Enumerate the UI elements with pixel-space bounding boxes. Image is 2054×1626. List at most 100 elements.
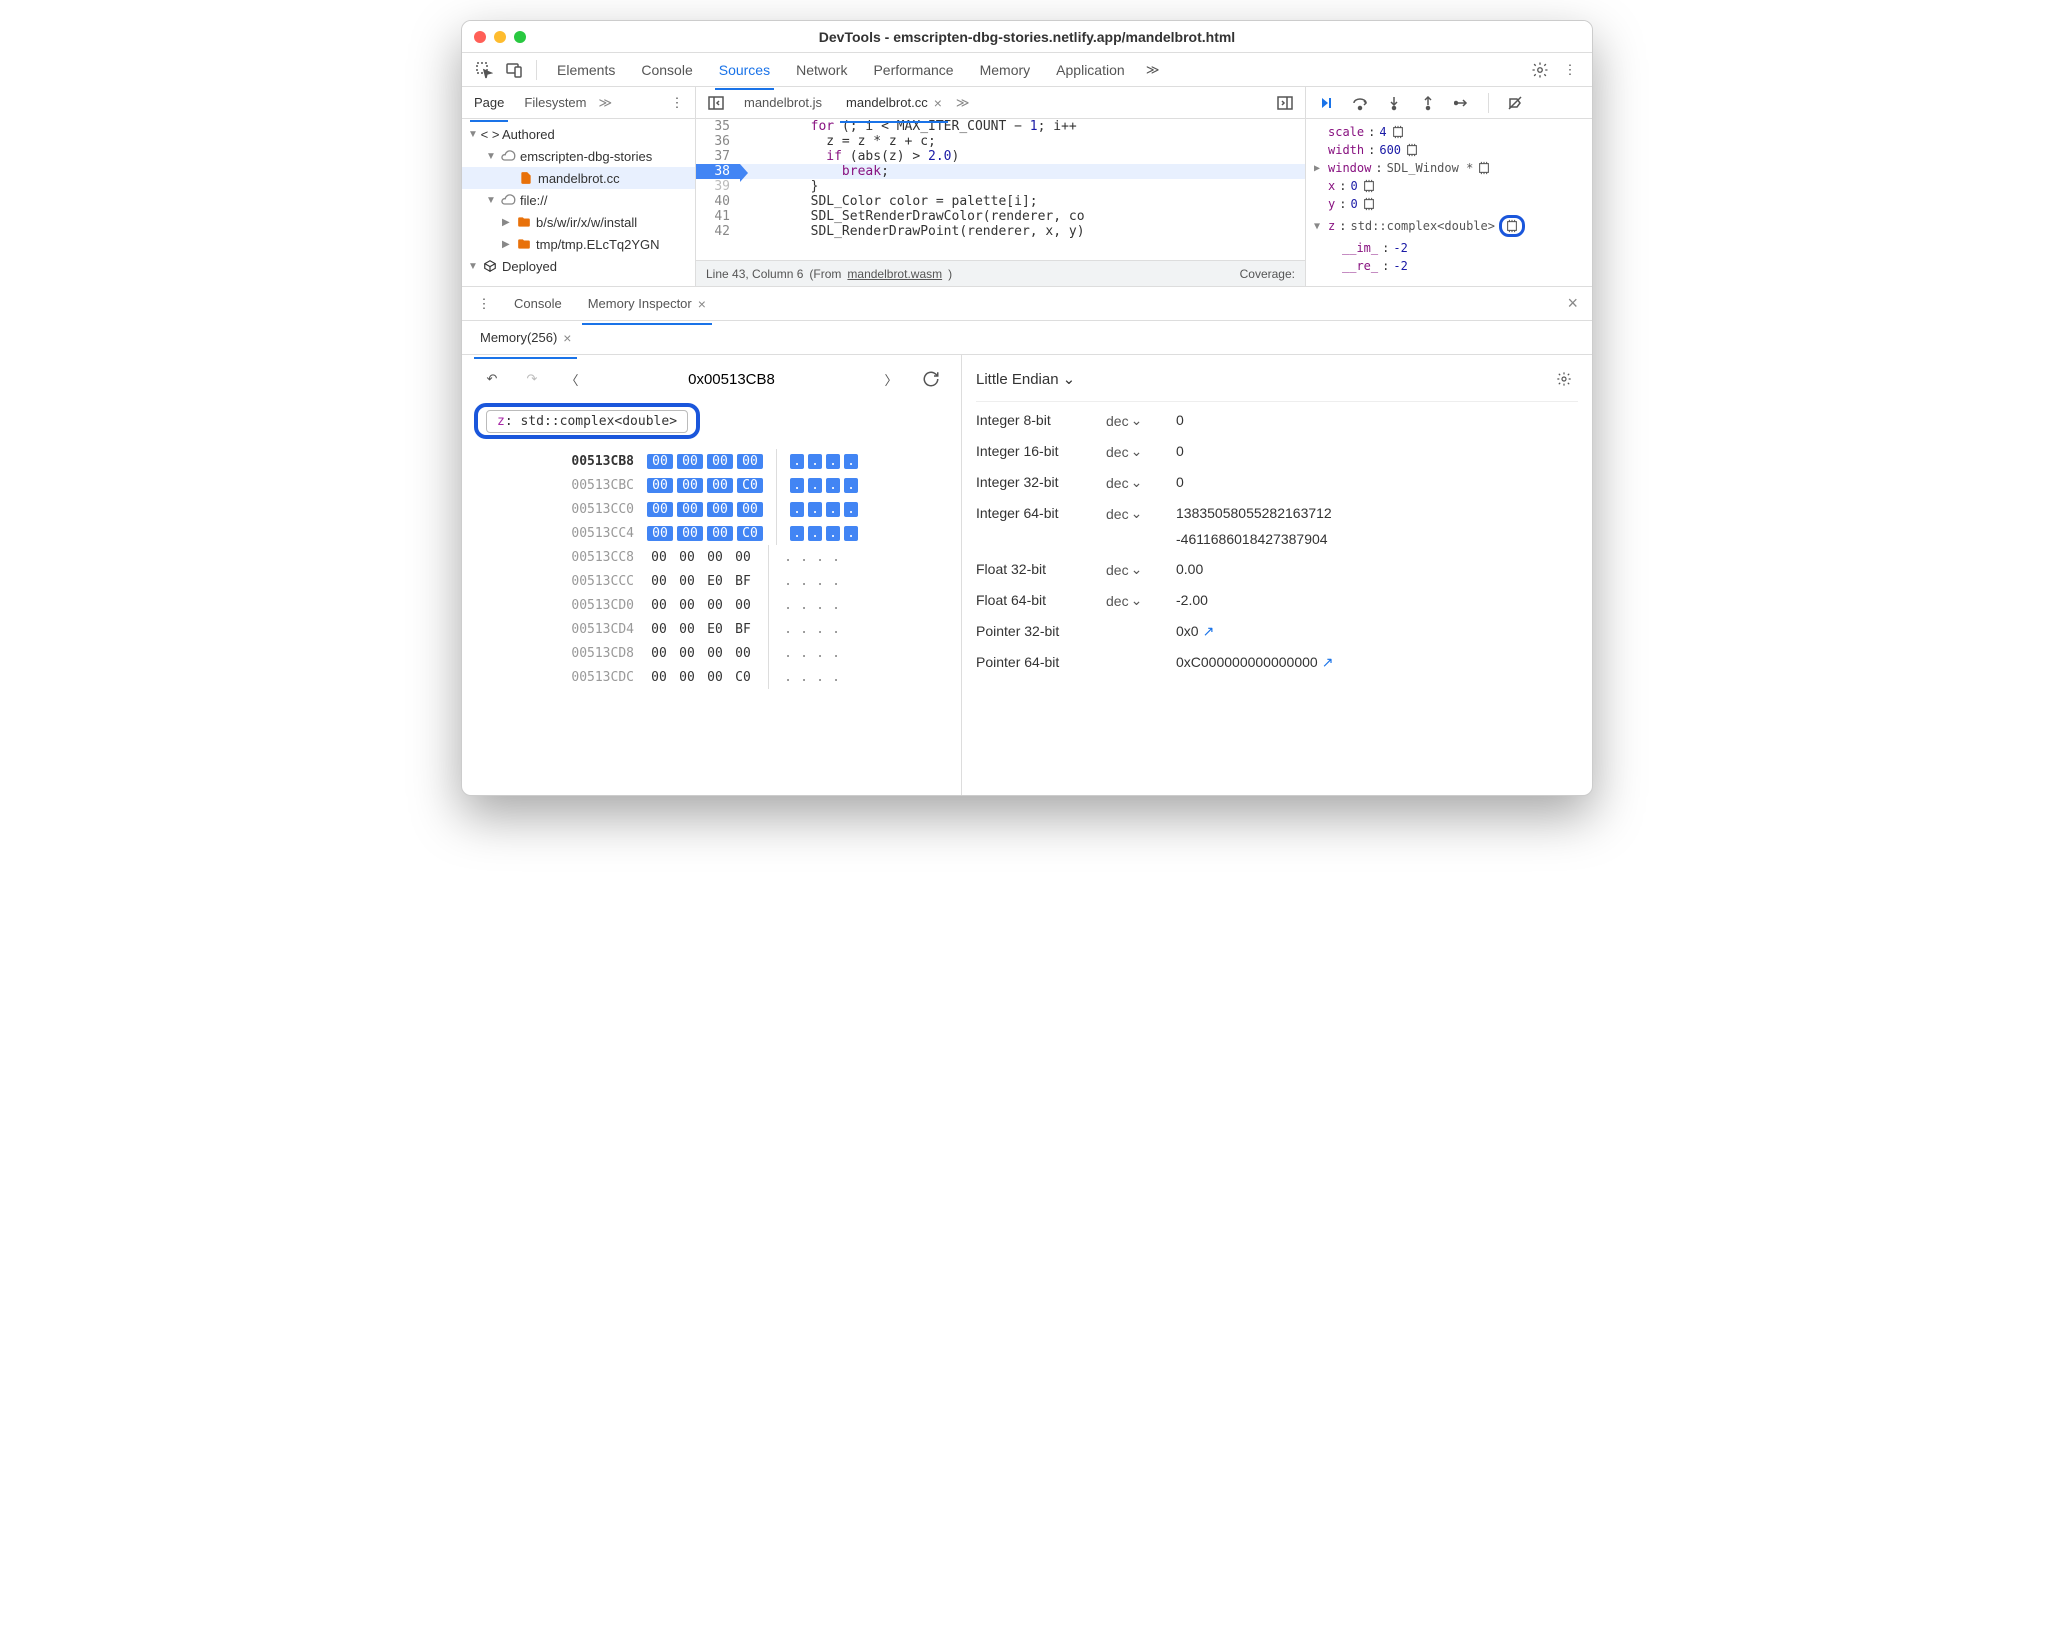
hex-byte[interactable]: 00 [737,454,763,469]
hex-row[interactable]: 00513CC4000000C0.... [564,521,859,545]
nav-panel-right-icon[interactable] [1271,89,1299,117]
hex-byte[interactable]: 00 [702,670,728,685]
hex-byte[interactable]: C0 [737,526,763,541]
hex-byte[interactable]: 00 [646,646,672,661]
hex-byte[interactable]: 00 [707,478,733,493]
prev-page-icon[interactable]: 〈 [558,365,586,393]
hex-byte[interactable]: 00 [677,478,703,493]
scope-z-im[interactable]: __im_: -2 [1310,239,1588,257]
hex-byte[interactable]: 00 [702,598,728,613]
memory-icon[interactable] [1362,197,1376,211]
sidebar-tab-filesystem[interactable]: Filesystem [516,89,594,116]
hex-byte[interactable]: 00 [707,454,733,469]
scope-window[interactable]: ▶window: SDL_Window * [1310,159,1588,177]
hex-byte[interactable]: BF [730,574,756,589]
step-into-icon[interactable] [1380,89,1408,117]
fmt-select[interactable]: dec ⌄ [1106,443,1166,460]
scope-z-re[interactable]: __re_: -2 [1310,257,1588,275]
fmt-select[interactable]: dec ⌄ [1106,561,1166,578]
hex-byte[interactable]: 00 [647,526,673,541]
tab-console[interactable]: Console [629,56,704,84]
address-input[interactable] [598,367,865,392]
memory-icon[interactable] [1391,125,1405,139]
hex-byte[interactable]: 00 [707,526,733,541]
resume-icon[interactable] [1312,89,1340,117]
memory-icon[interactable] [1477,161,1491,175]
hex-byte[interactable]: 00 [674,670,700,685]
tab-network[interactable]: Network [784,56,859,84]
settings-icon[interactable] [1526,56,1554,84]
close-tab-icon[interactable]: × [698,296,706,312]
hex-row[interactable]: 00513CCC0000E0BF.... [564,569,859,593]
drawer-tab-console[interactable]: Console [504,290,572,317]
hex-row[interactable]: 00513CD000000000.... [564,593,859,617]
memory-icon[interactable] [1362,179,1376,193]
scope-width[interactable]: width: 600 [1310,141,1588,159]
hex-byte[interactable]: 00 [674,574,700,589]
tab-memory[interactable]: Memory [968,56,1043,84]
settings-icon[interactable] [1550,365,1578,393]
step-over-icon[interactable] [1346,89,1374,117]
wasm-link[interactable]: mandelbrot.wasm [847,267,942,281]
hex-byte[interactable]: 00 [677,502,703,517]
tab-application[interactable]: Application [1044,56,1137,84]
nav-panel-icon[interactable] [702,89,730,117]
hex-byte[interactable]: 00 [702,550,728,565]
step-icon[interactable] [1448,89,1476,117]
hex-byte[interactable]: 00 [677,454,703,469]
close-tab-icon[interactable]: × [934,95,942,111]
more-tabs-icon[interactable]: ≫ [599,95,613,111]
scope-scale[interactable]: scale: 4 [1310,123,1588,141]
refresh-icon[interactable] [917,365,945,393]
undo-icon[interactable]: ↶ [478,365,506,393]
deactivate-breakpoints-icon[interactable] [1501,89,1529,117]
code-lines[interactable]: 35 for (; i < MAX_ITER_COUNT − 1; i++ 36… [696,119,1305,260]
hex-byte[interactable]: 00 [647,454,673,469]
tree-deployed[interactable]: ▼ Deployed [462,255,695,277]
hex-byte[interactable]: 00 [646,574,672,589]
inspect-element-icon[interactable] [470,56,498,84]
fmt-select[interactable]: dec ⌄ [1106,592,1166,609]
tree-authored[interactable]: ▼ < > Authored [462,123,695,145]
scope-x[interactable]: x: 0 [1310,177,1588,195]
endian-selector[interactable]: Little Endian ⌄ [976,370,1075,388]
code-tab-cc[interactable]: mandelbrot.cc × [836,89,952,117]
sidebar-tab-page[interactable]: Page [466,89,512,116]
hex-byte[interactable]: E0 [702,574,728,589]
tab-performance[interactable]: Performance [861,56,965,84]
tree-file-scheme[interactable]: ▼ file:// [462,189,695,211]
hex-row[interactable]: 00513CDC000000C0.... [564,665,859,689]
memory-icon[interactable] [1405,143,1419,157]
more-tabs-icon[interactable]: ≫ [1139,56,1167,84]
external-link-icon[interactable]: ↗ [1322,654,1334,670]
code-tab-js[interactable]: mandelbrot.js [734,89,832,116]
redo-icon[interactable]: ↷ [518,365,546,393]
fmt-select[interactable]: dec ⌄ [1106,505,1166,522]
external-link-icon[interactable]: ↗ [1203,623,1215,639]
hex-row[interactable]: 00513CBC000000C0.... [564,473,859,497]
kebab-menu-icon[interactable]: ⋮ [470,290,498,318]
hex-row[interactable]: 00513CC800000000.... [564,545,859,569]
hex-row[interactable]: 00513CB800000000.... [564,449,859,473]
tab-sources[interactable]: Sources [707,56,782,84]
hex-byte[interactable]: 00 [646,622,672,637]
close-tab-icon[interactable]: × [563,330,571,346]
scope-z[interactable]: ▼z: std::complex<double> [1310,213,1588,239]
tree-domain[interactable]: ▼ emscripten-dbg-stories [462,145,695,167]
memory-subtab[interactable]: Memory(256) × [470,324,581,352]
scope-y[interactable]: y: 0 [1310,195,1588,213]
hex-byte[interactable]: 00 [677,526,703,541]
hex-row[interactable]: 00513CC000000000.... [564,497,859,521]
more-tabs-icon[interactable]: ≫ [956,95,970,111]
device-toolbar-icon[interactable] [500,56,528,84]
kebab-menu-icon[interactable]: ⋮ [663,89,691,117]
hex-row[interactable]: 00513CD40000E0BF.... [564,617,859,641]
hex-byte[interactable]: 00 [646,550,672,565]
step-out-icon[interactable] [1414,89,1442,117]
drawer-tab-memory-inspector[interactable]: Memory Inspector × [578,290,716,318]
hex-byte[interactable]: C0 [737,478,763,493]
tree-folder-2[interactable]: ▶ tmp/tmp.ELcTq2YGN [462,233,695,255]
hex-byte[interactable]: 00 [702,646,728,661]
hex-byte[interactable]: 00 [730,598,756,613]
hex-byte[interactable]: 00 [674,550,700,565]
